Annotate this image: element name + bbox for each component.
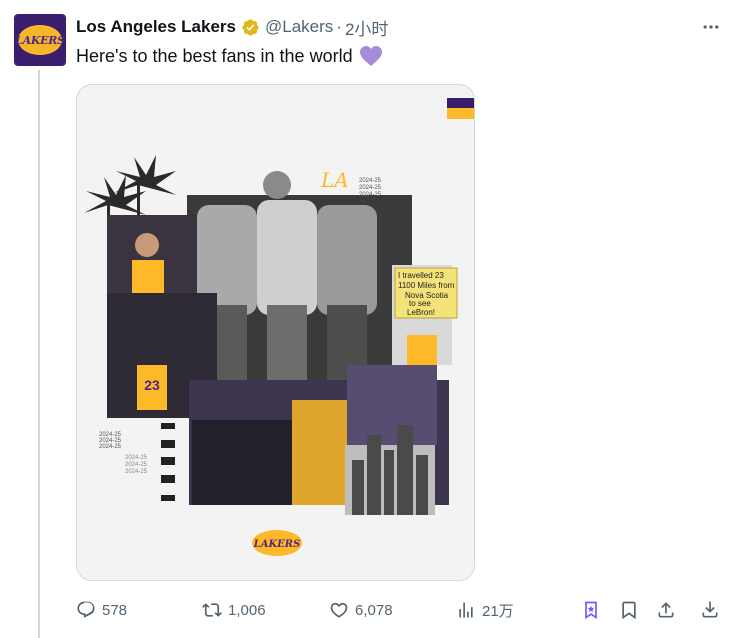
grok-icon [585, 601, 597, 620]
author-handle[interactable]: @Lakers [265, 17, 333, 37]
grok-button[interactable] [581, 596, 607, 624]
svg-text:2024-25: 2024-25 [125, 462, 148, 468]
verified-badge-icon[interactable] [241, 18, 260, 37]
svg-text:2024-25: 2024-25 [359, 185, 382, 191]
like-button[interactable]: 6,078 [329, 596, 393, 624]
timestamp[interactable]: 2小时 [345, 15, 388, 40]
reply-button[interactable]: 578 [76, 596, 127, 624]
views-button[interactable]: 21万 [456, 596, 514, 624]
retweet-count: 1,006 [228, 601, 266, 619]
flag-gold-stripe [447, 108, 474, 119]
svg-text:2024-25: 2024-25 [359, 192, 382, 198]
svg-text:LAKERS: LAKERS [253, 539, 301, 550]
heart-icon [330, 602, 348, 618]
author-name[interactable]: Los Angeles Lakers [76, 17, 236, 37]
bookmark-icon [622, 601, 636, 620]
svg-text:1100 Miles from: 1100 Miles from [398, 281, 455, 290]
tweet-media-image[interactable]: 23 I travelled 23 1100 Miles from Nova S… [76, 84, 475, 581]
la-logo-icon: LA [320, 168, 349, 192]
download-icon [702, 601, 718, 618]
retweet-button[interactable]: 1,006 [202, 596, 266, 624]
season-labels-left-top: 2024-25 2024-25 2024-25 [99, 432, 122, 450]
purple-heart-icon [359, 45, 383, 67]
avatar[interactable]: LAKERS [14, 14, 66, 66]
reply-icon [77, 601, 95, 618]
svg-text:to see: to see [409, 299, 431, 308]
like-count: 6,078 [355, 601, 393, 619]
svg-text:LeBron!: LeBron! [407, 308, 435, 317]
lakers-logo: LAKERS [15, 25, 65, 55]
reply-count: 578 [102, 601, 128, 619]
view-count: 21万 [482, 602, 514, 620]
svg-text:2024-25: 2024-25 [125, 455, 148, 461]
share-icon [658, 602, 674, 618]
collage-graphic: 23 I travelled 23 1100 Miles from Nova S… [77, 85, 474, 580]
fans-photo-right [347, 365, 437, 445]
avatar-logo-text: LAKERS [15, 33, 65, 47]
tweet-actions: 578 1,006 6,078 21万 [76, 596, 726, 624]
svg-text:2024-25: 2024-25 [99, 444, 122, 450]
season-labels-left-bottom: 2024-25 2024-25 2024-25 [125, 455, 148, 475]
separator-dot: · [336, 17, 342, 36]
flag-purple-stripe [447, 98, 474, 108]
views-chart-icon [459, 602, 473, 618]
share-button[interactable] [656, 596, 682, 624]
lakers-logo-bottom: LAKERS [252, 530, 302, 556]
svg-text:I travelled 23: I travelled 23 [398, 271, 444, 280]
svg-text:2024-25: 2024-25 [359, 178, 382, 184]
tweet-body: Here's to the best fans in the world [76, 46, 353, 66]
bookmark-button[interactable] [619, 596, 645, 624]
season-labels-top: 2024-25 2024-25 2024-25 [359, 178, 382, 198]
tweet-text: Here's to the best fans in the world [76, 44, 383, 68]
tweet-header: Los Angeles Lakers @Lakers · 2小时 [76, 15, 388, 40]
download-button[interactable] [700, 596, 726, 624]
retweet-icon [202, 603, 222, 617]
more-horizontal-icon[interactable] [700, 16, 722, 38]
thread-line [38, 70, 40, 638]
svg-text:2024-25: 2024-25 [125, 469, 148, 475]
jersey-number-text: 23 [144, 377, 160, 393]
